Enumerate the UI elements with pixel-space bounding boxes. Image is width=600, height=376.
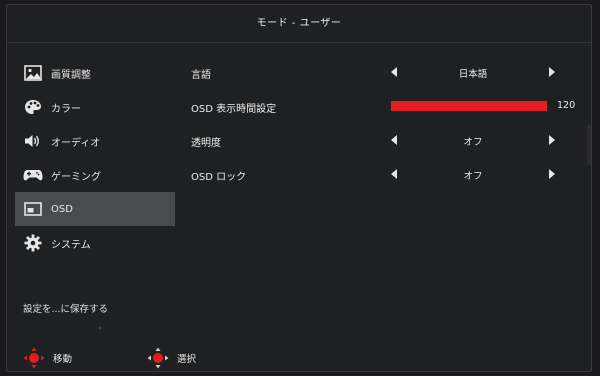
setting-label: 透明度 bbox=[191, 138, 221, 149]
arrow-right-icon[interactable] bbox=[549, 169, 555, 179]
divider-dot bbox=[99, 327, 101, 329]
osd-menu: モード - ユーザー 画質調整 カラー オーディオ ゲーミング OSD システム… bbox=[6, 4, 592, 372]
setting-label: 言語 bbox=[191, 70, 211, 81]
sidebar-item-osd[interactable]: OSD bbox=[15, 192, 175, 226]
page-title: モード - ユーザー bbox=[7, 5, 591, 43]
palette-icon bbox=[23, 97, 43, 117]
setting-value: オフ bbox=[463, 171, 483, 182]
slider-fill bbox=[391, 101, 547, 111]
picture-icon bbox=[23, 63, 43, 83]
arrow-left-icon[interactable] bbox=[391, 135, 397, 145]
sidebar-item-label: 画質調整 bbox=[51, 69, 91, 81]
arrow-left-icon[interactable] bbox=[391, 67, 397, 77]
gear-icon bbox=[23, 233, 43, 253]
osd-window-icon bbox=[23, 199, 43, 219]
osd-timeout-slider[interactable] bbox=[391, 101, 547, 111]
sidebar-item-label: システム bbox=[51, 239, 91, 251]
setting-label: OSD 表示時間設定 bbox=[191, 104, 277, 115]
move-label: 移動 bbox=[53, 354, 73, 365]
setting-row-language[interactable]: 言語 日本語 bbox=[191, 56, 583, 90]
speaker-icon bbox=[23, 131, 43, 151]
dpad-move-icon bbox=[23, 347, 45, 369]
setting-row-osd-lock[interactable]: OSD ロック オフ bbox=[191, 158, 583, 192]
arrow-right-icon[interactable] bbox=[549, 67, 555, 77]
setting-row-osd-timeout[interactable]: OSD 表示時間設定 120 bbox=[191, 90, 583, 124]
sidebar-item-label: OSD bbox=[51, 203, 73, 215]
arrow-right-icon[interactable] bbox=[549, 135, 555, 145]
scroll-edge bbox=[587, 125, 591, 165]
setting-label: OSD ロック bbox=[191, 172, 247, 183]
setting-row-transparency[interactable]: 透明度 オフ bbox=[191, 124, 583, 158]
setting-value: 120 bbox=[557, 100, 576, 111]
arrow-left-icon[interactable] bbox=[391, 169, 397, 179]
sidebar-item-picture[interactable]: 画質調整 bbox=[15, 56, 175, 90]
settings-panel: 言語 日本語 OSD 表示時間設定 120 透明度 オフ OSD ロック オフ bbox=[191, 56, 583, 192]
sidebar-item-gaming[interactable]: ゲーミング bbox=[15, 158, 175, 192]
select-label: 選択 bbox=[177, 354, 197, 365]
sidebar: 画質調整 カラー オーディオ ゲーミング OSD システム bbox=[15, 56, 175, 260]
sidebar-item-system[interactable]: システム bbox=[15, 226, 175, 260]
sidebar-item-audio[interactable]: オーディオ bbox=[15, 124, 175, 158]
dpad-select-icon bbox=[147, 347, 169, 369]
footer-hints: 移動 選択 bbox=[7, 341, 591, 373]
select-hint: 選択 bbox=[147, 347, 196, 369]
setting-value: オフ bbox=[463, 137, 483, 148]
sidebar-item-color[interactable]: カラー bbox=[15, 90, 175, 124]
move-hint: 移動 bbox=[23, 347, 72, 369]
sidebar-item-label: オーディオ bbox=[51, 137, 101, 149]
setting-value: 日本語 bbox=[458, 69, 488, 80]
gamepad-icon bbox=[23, 165, 43, 185]
sidebar-item-label: ゲーミング bbox=[51, 171, 101, 183]
save-settings-button[interactable]: 設定を...に保存する bbox=[23, 301, 108, 315]
sidebar-item-label: カラー bbox=[51, 103, 81, 115]
